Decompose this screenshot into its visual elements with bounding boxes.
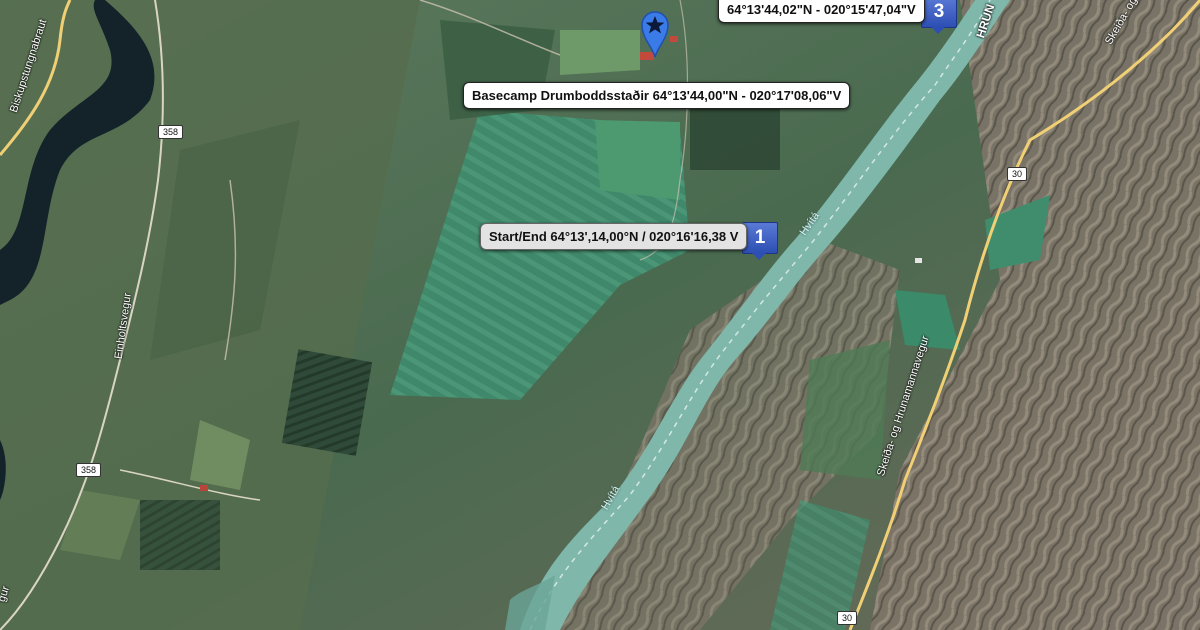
star-pin-icon[interactable] xyxy=(640,10,670,58)
waypoint-marker-1[interactable]: 1 xyxy=(742,222,778,264)
waypoint-marker-3[interactable]: 3 xyxy=(921,0,957,38)
satellite-map[interactable]: 358 358 30 30 Biskupstungnabraut Einholt… xyxy=(0,0,1200,630)
start-end-label[interactable]: Start/End 64°13',14,00°N / 020°16'16,38 … xyxy=(480,223,748,250)
waypoint-number: 3 xyxy=(921,0,957,28)
marker-tip xyxy=(930,26,946,34)
road-30-shield: 30 xyxy=(837,611,858,625)
road-358-shield: 358 xyxy=(158,125,184,139)
basecamp-label[interactable]: Basecamp Drumboddsstaðir 64°13'44,00"N -… xyxy=(463,82,851,109)
marker-tip xyxy=(751,252,767,260)
waypoint-number: 1 xyxy=(742,222,778,254)
road-358-shield: 358 xyxy=(76,463,102,477)
waypoint-3-label[interactable]: 64°13'44,02"N - 020°15'47,04"V xyxy=(718,0,925,23)
road-30-shield: 30 xyxy=(1007,167,1028,181)
